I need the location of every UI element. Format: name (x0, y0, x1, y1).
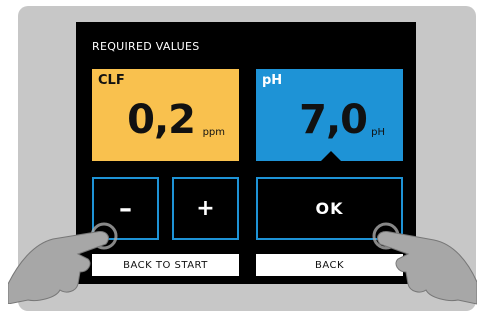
ph-unit: pH (371, 127, 385, 138)
clf-unit: ppm (202, 127, 225, 138)
right-hand-pointer-icon (372, 222, 477, 305)
ph-label: pH (262, 73, 283, 88)
screen-title: REQUIRED VALUES (92, 40, 200, 53)
clf-value: 0,2 (127, 97, 196, 143)
clf-value-card: CLF 0,2 ppm (92, 69, 239, 161)
ph-value: 7,0 (299, 97, 368, 143)
selection-notch (321, 151, 341, 161)
left-hand-pointer-icon (8, 222, 118, 304)
ph-value-card: pH 7,0 pH (256, 69, 403, 161)
clf-label: CLF (98, 73, 125, 88)
increase-button[interactable]: + (172, 177, 239, 240)
